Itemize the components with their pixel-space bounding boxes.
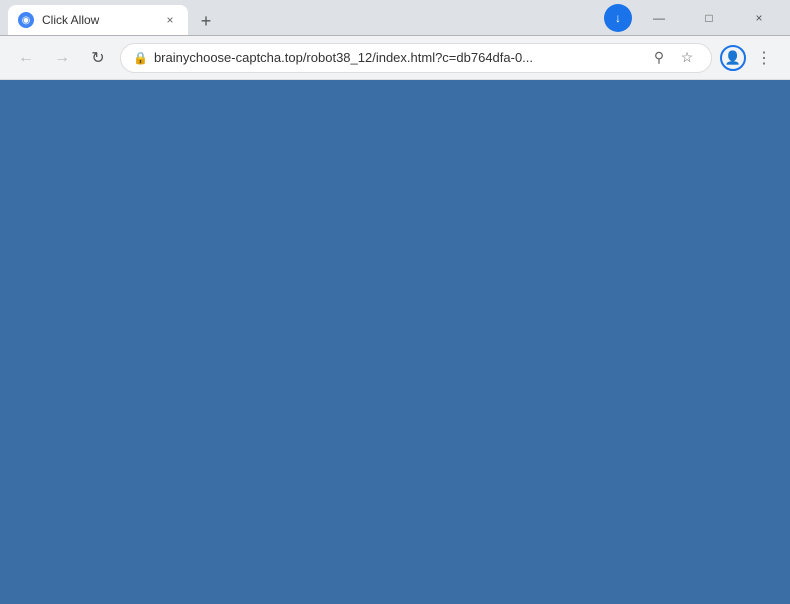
minimize-button[interactable]: — — [636, 3, 682, 33]
download-indicator: ↓ — [604, 4, 632, 32]
url-text: brainychoose-captcha.top/robot38_12/inde… — [154, 50, 641, 65]
close-button[interactable]: × — [736, 3, 782, 33]
tab-close-button[interactable]: × — [162, 12, 178, 28]
lock-icon: 🔒 — [133, 51, 148, 65]
tab-area: ◉ Click Allow × + — [8, 0, 596, 35]
back-button[interactable]: ← — [12, 44, 40, 72]
active-tab[interactable]: ◉ Click Allow × — [8, 5, 188, 35]
profile-avatar-icon: 👤 — [725, 50, 741, 66]
download-arrow-icon: ↓ — [615, 11, 621, 25]
tab-title: Click Allow — [42, 13, 154, 27]
address-bar: ← → ↻ 🔒 brainychoose-captcha.top/robot38… — [0, 36, 790, 80]
url-action-icons: ⚲ ☆ — [647, 46, 699, 70]
more-options-button[interactable]: ⋮ — [750, 44, 778, 72]
reload-button[interactable]: ↻ — [84, 44, 112, 72]
maximize-button[interactable]: □ — [686, 3, 732, 33]
profile-button[interactable]: 👤 — [720, 45, 746, 71]
title-bar: ◉ Click Allow × + ↓ — □ × — [0, 0, 790, 36]
tab-favicon: ◉ — [18, 12, 34, 28]
search-page-icon[interactable]: ⚲ — [647, 46, 671, 70]
browser-toolbar-icons: 👤 ⋮ — [720, 44, 778, 72]
url-bar[interactable]: 🔒 brainychoose-captcha.top/robot38_12/in… — [120, 43, 712, 73]
browser-window: ◉ Click Allow × + ↓ — □ × ← → ↻ 🔒 brainy… — [0, 0, 790, 80]
forward-button[interactable]: → — [48, 44, 76, 72]
bookmark-icon[interactable]: ☆ — [675, 46, 699, 70]
new-tab-button[interactable]: + — [192, 7, 220, 35]
